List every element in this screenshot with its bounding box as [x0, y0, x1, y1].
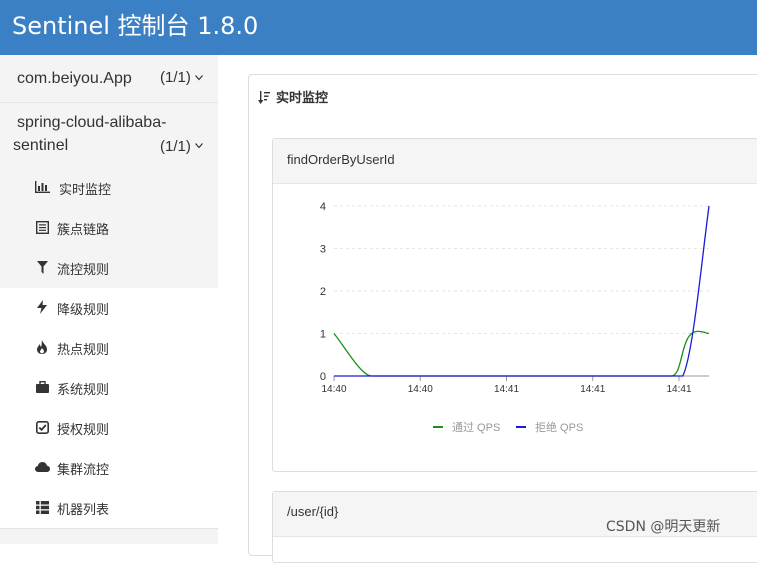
- sidebar-item-cluster-point-link[interactable]: 簇点链路: [0, 208, 218, 248]
- sidebar-item-label: 流控规则: [57, 263, 110, 278]
- sidebar-item-label: 热点规则: [57, 343, 110, 358]
- bar-chart-icon: [34, 178, 50, 196]
- app-name-line2: sentinel: [13, 137, 69, 154]
- y-tick-label: 2: [320, 286, 326, 298]
- sidebar-item-hotspot-rules[interactable]: 热点规则: [0, 328, 218, 368]
- y-tick-label: 3: [320, 244, 326, 256]
- check-square-icon: [34, 418, 50, 436]
- filter-icon: [34, 258, 50, 276]
- app-item-com-beiyou[interactable]: com.beiyou.App (1/1): [0, 55, 218, 103]
- x-tick-label: 14:40: [321, 384, 346, 395]
- y-tick-label: 1: [320, 329, 326, 341]
- app-item-spring-cloud[interactable]: spring-cloud-alibaba- sentinel (1/1): [0, 103, 218, 163]
- qps-line-chart: 0 1 2 3 4 14:40 14:40 14:41 14:41 14:41 通过 QPS 拒绝 Q…: [320, 201, 710, 434]
- app-name: com.beiyou.App: [17, 70, 132, 87]
- sidebar-item-authority-rules[interactable]: 授权规则: [0, 408, 218, 448]
- x-tick-label: 14:41: [580, 384, 605, 395]
- sidebar: com.beiyou.App (1/1) spring-cloud-alibab…: [0, 55, 218, 544]
- flash-icon: [34, 298, 50, 316]
- cloud-icon: [34, 458, 50, 476]
- sort-icon: [258, 91, 270, 104]
- sidebar-item-label: 系统规则: [57, 383, 110, 398]
- sidebar-item-label: 簇点链路: [57, 223, 110, 238]
- section-header: 实时监控: [258, 87, 328, 106]
- sidebar-item-label: 授权规则: [57, 423, 110, 438]
- chevron-down-icon: [195, 75, 203, 81]
- top-navbar: Sentinel 控制台 1.8.0: [0, 0, 757, 55]
- y-tick-label: 0: [320, 371, 326, 383]
- card-header: findOrderByUserId: [273, 139, 757, 184]
- fire-icon: [34, 338, 50, 356]
- sidebar-item-label: 实时监控: [59, 183, 112, 198]
- sidebar-item-machine-list[interactable]: 机器列表: [0, 488, 218, 528]
- x-tick-label: 14:41: [494, 384, 519, 395]
- sidebar-item-label: 集群流控: [57, 463, 110, 478]
- sidebar-item-label: 降级规则: [57, 303, 110, 318]
- x-tick-label: 14:40: [408, 384, 433, 395]
- app-name-line1: spring-cloud-alibaba-: [17, 114, 167, 131]
- sidebar-item-flow-rules[interactable]: 流控规则: [0, 248, 218, 288]
- legend-label: 拒绝 QPS: [535, 420, 583, 434]
- sidebar-item-degrade-rules[interactable]: 降级规则: [0, 288, 218, 328]
- series-line-pass-qps: [333, 330, 710, 377]
- legend-label: 通过 QPS: [452, 421, 500, 434]
- sidebar-item-cluster-flow[interactable]: 集群流控: [0, 448, 218, 488]
- sidebar-item-label: 机器列表: [57, 503, 110, 518]
- app-title[interactable]: Sentinel 控制台 1.8.0: [12, 10, 258, 42]
- watermark: CSDN @明天更新: [606, 519, 721, 535]
- section-title: 实时监控: [276, 91, 329, 106]
- app-count: (1/1): [160, 69, 191, 86]
- sidebar-item-system-rules[interactable]: 系统规则: [0, 368, 218, 408]
- x-tick-label: 14:41: [666, 384, 691, 395]
- th-list-icon: [34, 498, 50, 516]
- chevron-down-icon: [195, 143, 203, 149]
- list-icon: [34, 218, 50, 236]
- card-title: findOrderByUserId: [287, 152, 395, 167]
- y-tick-label: 4: [320, 201, 326, 213]
- sidebar-divider: [0, 528, 218, 529]
- app-count: (1/1): [160, 138, 191, 155]
- sidebar-item-realtime-monitor[interactable]: 实时监控: [0, 168, 218, 208]
- briefcase-icon: [34, 378, 50, 396]
- resource-card: findOrderByUserId 0 1 2 3 4 14:40 14:40 14:41 14…: [272, 138, 757, 472]
- card-title: /user/{id}: [287, 504, 339, 519]
